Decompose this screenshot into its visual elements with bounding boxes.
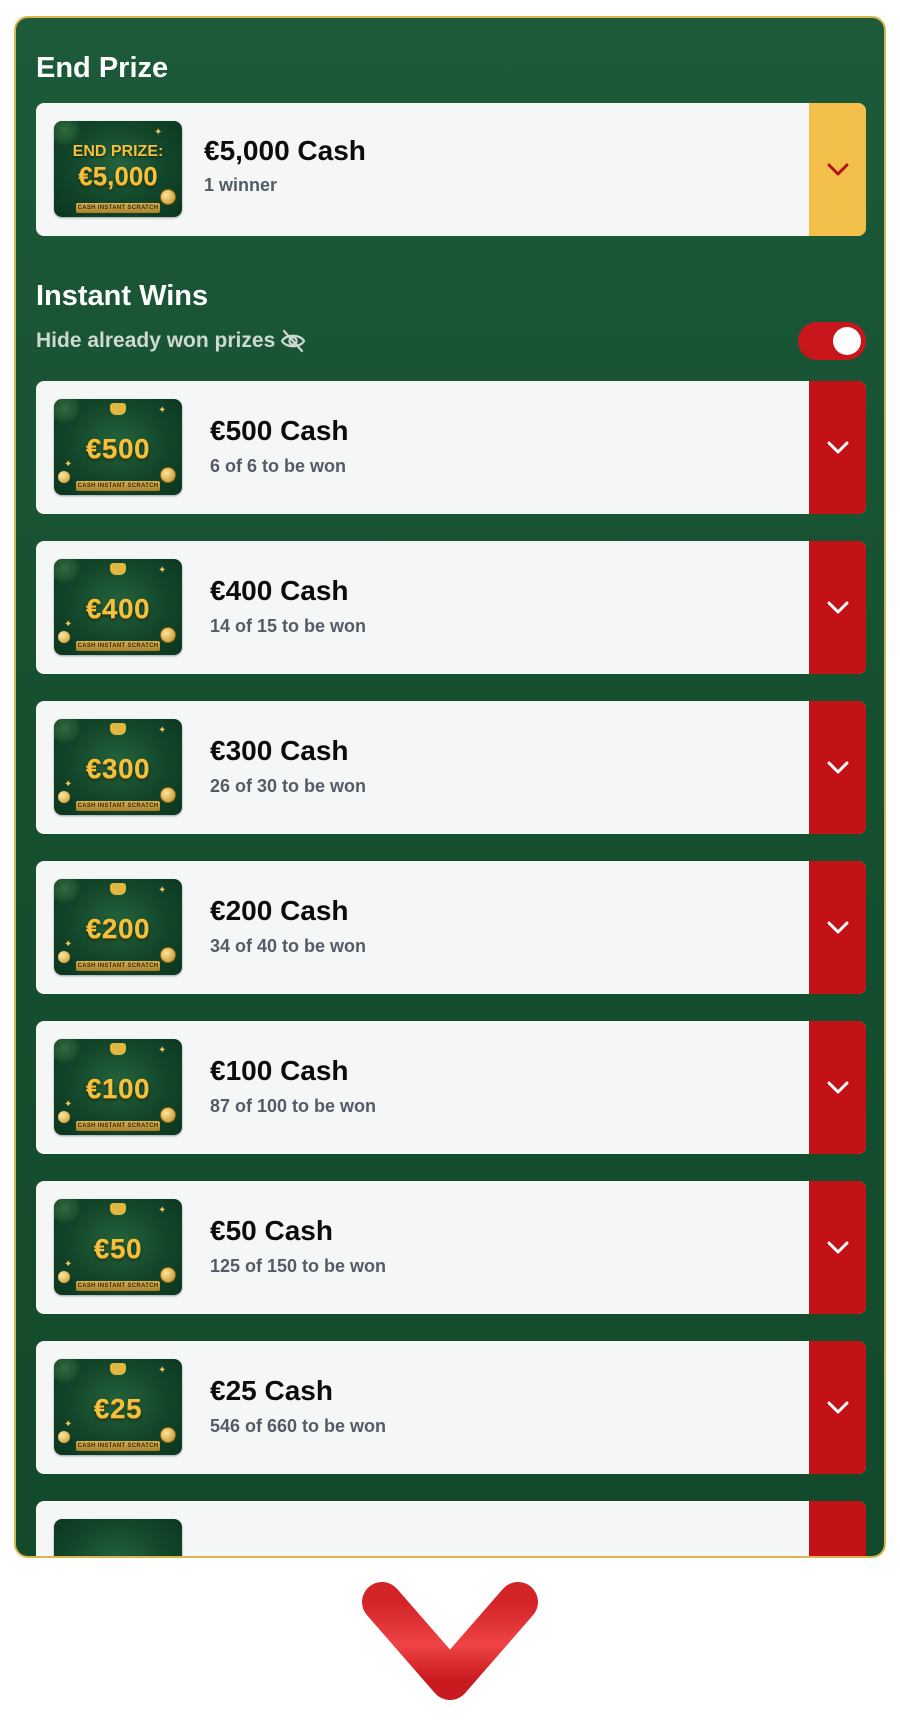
chevron-down-icon xyxy=(827,441,848,453)
coin-decoration xyxy=(160,947,176,963)
chevron-down-icon xyxy=(827,1401,848,1413)
thumb-ribbon: CASH INSTANT SCRATCH xyxy=(76,203,160,213)
end-prize-expand-button[interactable] xyxy=(809,103,866,236)
thumb-ribbon: CASH INSTANT SCRATCH xyxy=(76,481,160,491)
coin-decoration xyxy=(160,787,176,803)
logo-icon xyxy=(110,883,126,895)
prize-card[interactable]: ✦ ✦ €100 CASH INSTANT SCRATCH €100 Cash 87 of… xyxy=(36,1021,866,1154)
coin-decoration xyxy=(160,627,176,643)
toggle-knob xyxy=(833,327,861,355)
prize-title: €400 Cash xyxy=(210,575,349,606)
logo-icon xyxy=(110,1203,126,1215)
prize-thumb-amount: €50 xyxy=(93,1233,143,1264)
prize-expand-button[interactable] xyxy=(809,1181,866,1314)
prize-thumb-amount: €500 xyxy=(85,433,151,464)
coin-decoration xyxy=(160,189,176,205)
prize-thumbnail: ✦ ✦ €400 CASH INSTANT SCRATCH xyxy=(54,559,182,655)
thumb-ribbon: CASH INSTANT SCRATCH xyxy=(76,801,160,811)
prize-title: €50 Cash xyxy=(210,1215,333,1246)
thumb-ribbon: CASH INSTANT SCRATCH xyxy=(76,1441,160,1451)
prize-thumbnail: ✦ ✦ €200 CASH INSTANT SCRATCH xyxy=(54,879,182,975)
prize-expand-button[interactable] xyxy=(809,541,866,674)
prize-subtitle: 6 of 6 to be won xyxy=(210,456,347,476)
prize-card[interactable]: ✦ ✦ €50 CASH INSTANT SCRATCH €50 Cash 125 of … xyxy=(36,1181,866,1314)
prize-subtitle: 14 of 15 to be won xyxy=(210,616,367,636)
prize-thumb-amount: €100 xyxy=(85,1073,151,1104)
prize-thumbnail: ✦ ✦ €300 CASH INSTANT SCRATCH xyxy=(54,719,182,815)
instant-wins-heading: Instant Wins xyxy=(36,280,209,312)
coin-decoration xyxy=(160,1267,176,1283)
chevron-down-icon xyxy=(827,601,848,613)
prize-expand-button[interactable] xyxy=(809,861,866,994)
end-prize-thumb-amount: €5,000 xyxy=(78,161,158,191)
logo-icon xyxy=(110,1363,126,1375)
logo-icon xyxy=(110,1043,126,1055)
prize-expand-button[interactable] xyxy=(809,701,866,834)
prize-subtitle: 26 of 30 to be won xyxy=(210,776,367,796)
eye-off-icon xyxy=(280,329,306,353)
end-prize-heading: End Prize xyxy=(36,52,169,84)
prize-thumbnail: ✦ ✦ €500 CASH INSTANT SCRATCH xyxy=(54,399,182,495)
coin-decoration xyxy=(160,467,176,483)
thumb-ribbon: CASH INSTANT SCRATCH xyxy=(76,961,160,971)
prize-thumbnail xyxy=(54,1519,182,1556)
prize-thumb-amount: €300 xyxy=(85,753,151,784)
prize-subtitle: 34 of 40 to be won xyxy=(210,936,367,956)
hide-won-toggle[interactable] xyxy=(798,322,866,360)
prizes-panel: End Prize ✦ END PRIZE: €5,000 CASH INSTA… xyxy=(14,16,886,1558)
end-prize-subtitle: 1 winner xyxy=(204,175,278,195)
prize-subtitle: 87 of 100 to be won xyxy=(210,1096,377,1116)
thumb-ribbon: CASH INSTANT SCRATCH xyxy=(76,641,160,651)
prize-thumbnail: ✦ ✦ €100 CASH INSTANT SCRATCH xyxy=(54,1039,182,1135)
prize-card[interactable]: ✦ ✦ €400 CASH INSTANT SCRATCH €400 Cash 14 of… xyxy=(36,541,866,674)
chevron-down-icon xyxy=(827,921,848,933)
thumb-ribbon: CASH INSTANT SCRATCH xyxy=(76,1121,160,1131)
prize-expand-button[interactable] xyxy=(809,1501,866,1556)
chevron-down-icon xyxy=(827,1081,848,1093)
prize-thumb-amount: €200 xyxy=(85,913,151,944)
chevron-down-icon xyxy=(827,163,848,175)
prize-thumb-amount: €25 xyxy=(93,1393,143,1424)
chevron-down-icon xyxy=(827,1241,848,1253)
thumb-ribbon: CASH INSTANT SCRATCH xyxy=(76,1281,160,1291)
end-prize-thumbnail: ✦ END PRIZE: €5,000 CASH INSTANT SCRATCH xyxy=(54,121,182,217)
end-prize-thumb-label: END PRIZE: xyxy=(72,143,164,160)
end-prize-title: €5,000 Cash xyxy=(204,135,366,166)
prize-title: €300 Cash xyxy=(210,735,349,766)
hide-won-row: Hide already won prizes xyxy=(36,322,866,362)
prize-card[interactable]: ✦ ✦ €500 CASH INSTANT SCRATCH €500 Cash 6 of … xyxy=(36,381,866,514)
prize-expand-button[interactable] xyxy=(809,1341,866,1474)
prize-title: €25 Cash xyxy=(210,1375,333,1406)
prize-card[interactable]: ✦ ✦ €300 CASH INSTANT SCRATCH €300 Cash 26 of… xyxy=(36,701,866,834)
arrow-down-icon xyxy=(362,1422,538,1700)
logo-icon xyxy=(110,723,126,735)
prize-thumb-amount: €400 xyxy=(85,593,151,624)
prize-title: €200 Cash xyxy=(210,895,349,926)
coin-decoration xyxy=(160,1427,176,1443)
prize-title: €500 Cash xyxy=(210,415,349,446)
end-prize-card[interactable]: ✦ END PRIZE: €5,000 CASH INSTANT SCRATCH… xyxy=(36,103,866,236)
hide-won-label: Hide already won prizes xyxy=(36,329,276,352)
prize-thumbnail: ✦ ✦ €50 CASH INSTANT SCRATCH xyxy=(54,1199,182,1295)
prize-card[interactable]: ✦ ✦ €200 CASH INSTANT SCRATCH €200 Cash 34 of… xyxy=(36,861,866,994)
prize-expand-button[interactable] xyxy=(809,1021,866,1154)
prize-subtitle: 125 of 150 to be won xyxy=(210,1256,387,1276)
prize-thumbnail: ✦ ✦ €25 CASH INSTANT SCRATCH xyxy=(54,1359,182,1455)
logo-icon xyxy=(110,403,126,415)
prize-title: €100 Cash xyxy=(210,1055,349,1086)
coin-decoration xyxy=(160,1107,176,1123)
logo-icon xyxy=(110,563,126,575)
prize-expand-button[interactable] xyxy=(809,381,866,514)
chevron-down-icon xyxy=(827,761,848,773)
